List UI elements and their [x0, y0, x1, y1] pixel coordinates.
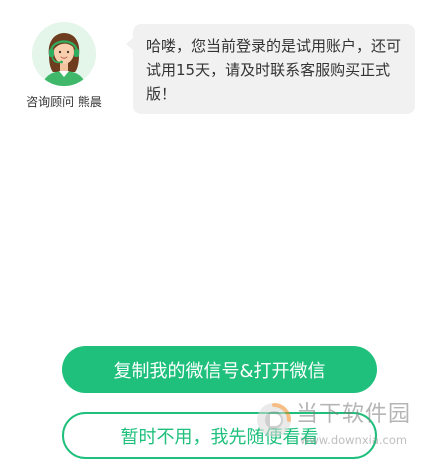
message-text: 哈喽，您当前登录的是试用账户，还可试用15天，请及时联系客服购买正式版！: [146, 37, 402, 103]
headset-ear-right: [74, 49, 79, 57]
advisor-avatar: [32, 22, 96, 86]
copy-wechat-open-button[interactable]: 复制我的微信号&打开微信: [62, 346, 377, 393]
headset-ear-left: [49, 49, 54, 57]
headset-mic: [60, 60, 63, 64]
advisor-avatar-icon: [32, 22, 96, 86]
message-bubble: 哈喽，您当前登录的是试用账户，还可试用15天，请及时联系客服购买正式版！: [126, 24, 415, 114]
avatar-eye-left: [58, 50, 62, 54]
not-now-browse-button[interactable]: 暂时不用，我先随便看看: [62, 412, 377, 459]
bubble-tail: [126, 38, 133, 50]
avatar-eye-right: [66, 50, 70, 54]
advisor-name-label: 咨询顾问 熊晨: [26, 95, 102, 109]
not-now-browse-label: 暂时不用，我先随便看看: [120, 426, 319, 448]
copy-wechat-open-label: 复制我的微信号&打开微信: [113, 360, 326, 382]
